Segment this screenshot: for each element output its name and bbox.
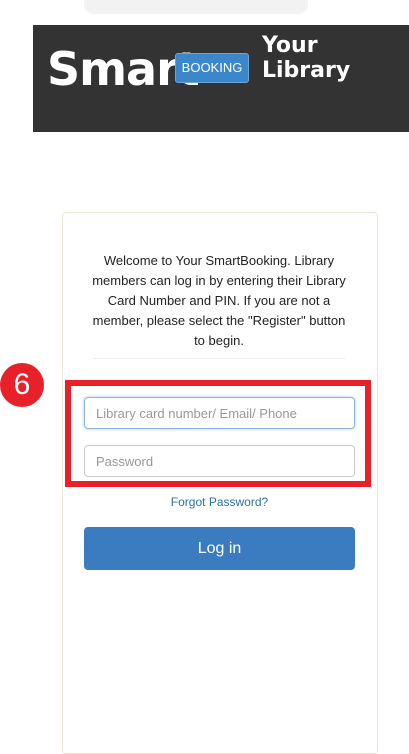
top-scroll-indicator — [84, 0, 308, 14]
password-input[interactable] — [84, 445, 355, 477]
login-button[interactable]: Log in — [84, 527, 355, 570]
logo-booking-badge: BOOKING — [175, 53, 249, 83]
username-input[interactable] — [84, 397, 355, 429]
divider — [93, 358, 345, 359]
step-number-badge: 6 — [0, 363, 44, 407]
logo-your-text: Your — [262, 33, 318, 58]
logo-your-library: Your Library — [262, 33, 350, 83]
header-banner: Smart BOOKING Your Library — [33, 25, 409, 132]
logo-library-text: Library — [262, 58, 351, 83]
forgot-password-link[interactable]: Forgot Password? — [84, 495, 355, 509]
welcome-text: Welcome to Your SmartBooking. Library me… — [92, 253, 346, 348]
